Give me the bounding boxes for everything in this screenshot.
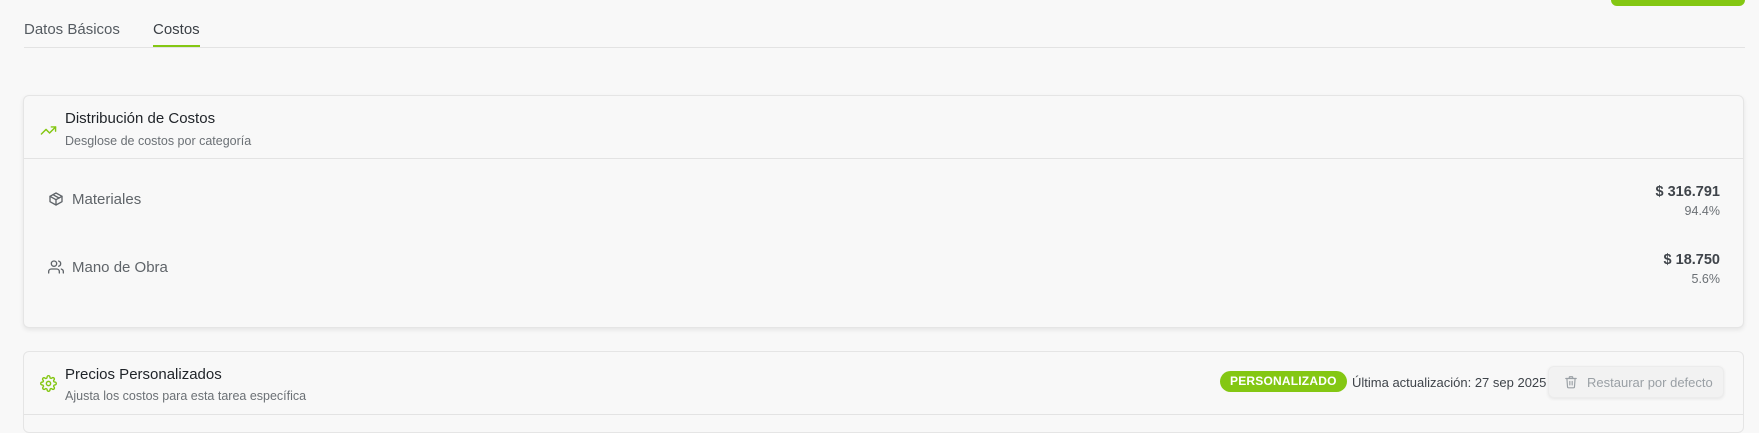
cost-distribution-card: Distribución de Costos Desglose de costo… [23,95,1744,328]
users-icon [48,259,64,275]
tab-datos-basicos[interactable]: Datos Básicos [24,21,120,45]
list-item-materiales: Materiales $ 316.791 94.4% [24,175,1743,243]
trending-up-icon [40,122,57,139]
card-title: Precios Personalizados [65,366,222,383]
tab-costos[interactable]: Costos [153,21,200,47]
card-header: Precios Personalizados Ajusta los costos… [24,352,1743,415]
row-percent: 5.6% [1691,272,1721,286]
row-label: Materiales [72,191,142,208]
last-updated-text: Última actualización: 27 sep 2025 [1352,375,1547,390]
card-subtitle: Ajusta los costos para esta tarea especí… [65,389,307,403]
row-label: Mano de Obra [72,259,168,276]
row-value: $ 316.791 [1655,184,1720,200]
card-title: Distribución de Costos [65,110,216,127]
card-subtitle: Desglose de costos por categoría [65,134,252,148]
restore-button-label: Restaurar por defecto [1587,375,1713,390]
card-header: Distribución de Costos Desglose de costo… [24,96,1743,159]
restore-defaults-button[interactable]: Restaurar por defecto [1548,366,1724,398]
row-value: $ 18.750 [1663,252,1720,268]
trash-icon [1564,375,1578,389]
list-item-mano-de-obra: Mano de Obra $ 18.750 5.6% [24,243,1743,311]
custom-prices-card: Precios Personalizados Ajusta los costos… [23,351,1744,433]
status-badge: PERSONALIZADO [1220,371,1347,392]
tab-bar: Datos Básicos Costos [24,0,1745,48]
settings-gear-icon [40,375,57,392]
package-icon [48,191,64,207]
row-percent: 94.4% [1684,204,1720,218]
